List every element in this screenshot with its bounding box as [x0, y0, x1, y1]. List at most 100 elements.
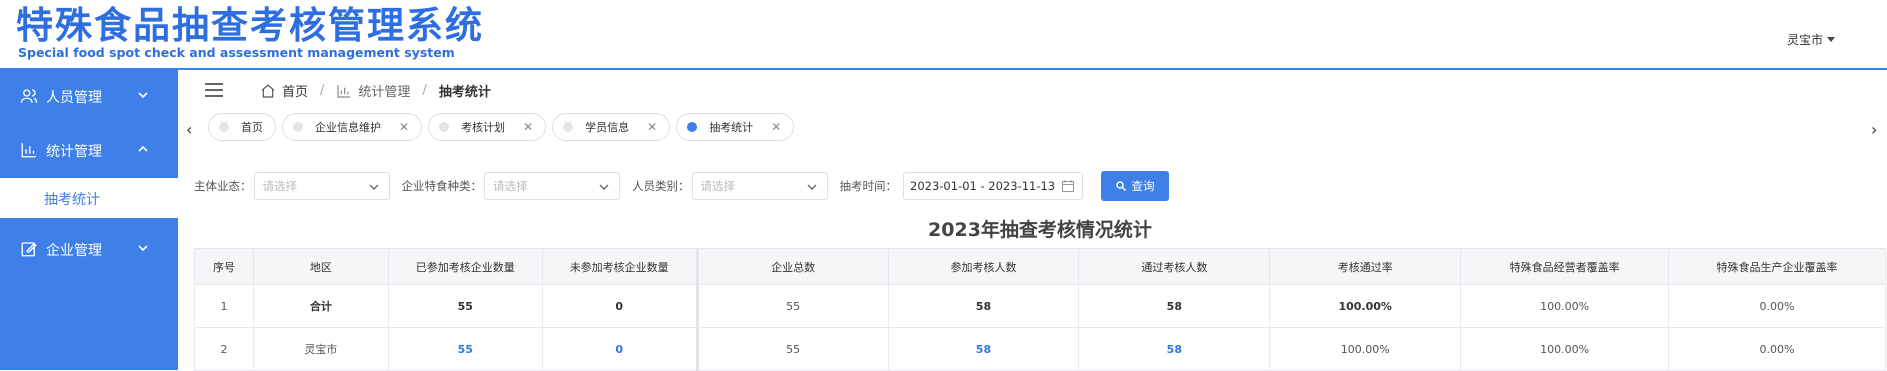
table-cell: 58: [1078, 284, 1271, 328]
sidebar-item-personnel[interactable]: 人员管理: [0, 70, 178, 120]
table-cell: 2: [194, 327, 254, 371]
chevron-down-icon: [807, 184, 816, 190]
breadcrumb-home[interactable]: 首页: [282, 81, 308, 100]
sidebar-subitem-spot-check-stats[interactable]: 抽考统计: [0, 178, 178, 218]
caret-down-icon: [1827, 37, 1836, 42]
app-title: 特殊食品抽查考核管理系统: [16, 4, 484, 47]
users-icon: [20, 89, 38, 103]
table-cell: 100.00%: [1269, 284, 1462, 328]
check-time-label: 抽考时间：: [839, 179, 898, 193]
table-title: 2023年抽查考核情况统计: [928, 219, 1152, 241]
breadcrumb-section[interactable]: 统计管理: [358, 81, 410, 100]
close-icon[interactable]: ✕: [647, 120, 657, 134]
tab-label: 抽考统计: [709, 121, 754, 134]
tab-label: 学员信息: [585, 121, 630, 134]
city-dropdown[interactable]: 灵宝市: [1787, 31, 1836, 48]
column-header: 序号: [194, 248, 254, 285]
column-header: 企业总数: [696, 248, 889, 285]
column-header: 已参加考核企业数量: [387, 248, 543, 285]
table-cell: 55: [696, 327, 889, 371]
column-header: 参加考核人数: [887, 248, 1080, 285]
search-icon: [1115, 181, 1126, 191]
select-placeholder: 请选择: [262, 179, 298, 193]
table-cell: 灵宝市: [252, 327, 389, 371]
column-header: 地区: [252, 248, 389, 285]
column-header: 特殊食品生产企业覆盖率: [1668, 248, 1886, 285]
calendar-icon: [1062, 180, 1074, 192]
select-placeholder: 请选择: [493, 179, 528, 193]
bar-chart-icon: [21, 143, 36, 158]
table-cell: 100.00%: [1460, 327, 1670, 371]
tab-dot-icon: [563, 122, 574, 132]
table-header-row: 序号 地区 已参加考核企业数量 未参加考核企业数量 企业总数 参加考核人数 通过…: [194, 248, 1886, 285]
table-cell: 0.00%: [1668, 284, 1886, 328]
tab-label: 考核计划: [461, 121, 506, 134]
tab-enterprise-info[interactable]: 企业信息维护 ✕: [282, 113, 423, 141]
close-icon[interactable]: ✕: [399, 120, 409, 134]
tab-label: 企业信息维护: [315, 121, 381, 134]
filter-bar: 主体业态： 请选择 企业特食种类： 请选择 人员类别： 请选择 抽考时间： 20…: [194, 171, 1169, 201]
table-cell: 100.00%: [1460, 284, 1670, 328]
tab-dot-icon: [219, 122, 229, 132]
table-cell: 58: [887, 284, 1080, 328]
close-icon[interactable]: ✕: [523, 120, 533, 134]
food-type-select[interactable]: 请选择: [484, 172, 620, 200]
tab-dot-icon: [439, 122, 450, 132]
app-header: 特殊食品抽查考核管理系统 Special food spot check and…: [0, 0, 1887, 70]
query-button[interactable]: 查询: [1101, 171, 1169, 201]
column-header: 未参加考核企业数量: [541, 248, 699, 285]
business-type-select[interactable]: 请选择: [253, 172, 390, 200]
tab-bar: 首页 企业信息维护 ✕ 考核计划 ✕ 学员信息 ✕ 抽考统计 ✕: [208, 113, 800, 141]
table-cell-link[interactable]: 58: [1078, 327, 1271, 371]
table-cell: 55: [387, 284, 543, 328]
table-cell: 0: [541, 284, 699, 328]
breadcrumb: 首页 / 统计管理 / 抽考统计: [260, 81, 491, 100]
breadcrumb-current: 抽考统计: [438, 85, 491, 100]
sidebar-subitem-label: 抽考统计: [44, 192, 100, 208]
sidebar-item-label: 人员管理: [46, 90, 102, 106]
table-cell: 100.00%: [1269, 327, 1462, 371]
column-header: 考核通过率: [1269, 248, 1462, 285]
breadcrumb-separator: /: [320, 83, 325, 98]
tab-spot-check-stats[interactable]: 抽考统计 ✕: [676, 113, 795, 141]
tab-dot-icon: [293, 122, 303, 132]
tab-dot-icon: [687, 122, 698, 132]
table-cell-link[interactable]: 55: [387, 327, 543, 371]
app-subtitle: Special food spot check and assessment m…: [18, 45, 455, 60]
chevron-down-icon: [138, 92, 148, 99]
tab-home[interactable]: 首页: [208, 113, 276, 141]
edit-icon: [21, 242, 37, 257]
column-header: 通过考核人数: [1078, 248, 1271, 285]
select-placeholder: 请选择: [700, 179, 736, 193]
city-label: 灵宝市: [1787, 33, 1824, 47]
chevron-down-icon: [599, 184, 609, 190]
table-row: 1 合计 55 0 55 58 58 100.00% 100.00% 0.00%: [194, 284, 1886, 328]
date-range-value: 2023-01-01 - 2023-11-13: [910, 179, 1056, 193]
table-cell: 0.00%: [1668, 327, 1886, 371]
person-type-select[interactable]: 请选择: [691, 172, 828, 200]
chevron-up-icon: [138, 145, 148, 152]
sidebar-item-statistics[interactable]: 统计管理: [0, 124, 178, 174]
table-cell-link[interactable]: 0: [541, 327, 699, 371]
table-cell: 1: [194, 284, 254, 328]
statistics-table: 序号 地区 已参加考核企业数量 未参加考核企业数量 企业总数 参加考核人数 通过…: [194, 248, 1886, 371]
table-cell-link[interactable]: 58: [887, 327, 1080, 371]
tab-exam-plan[interactable]: 考核计划 ✕: [428, 113, 547, 141]
menu-toggle-icon[interactable]: [205, 83, 223, 97]
food-type-label: 企业特食种类：: [401, 179, 483, 193]
chevron-down-icon: [138, 245, 148, 252]
sidebar-item-label: 企业管理: [46, 243, 102, 259]
query-button-label: 查询: [1131, 179, 1155, 193]
tab-student-info[interactable]: 学员信息 ✕: [552, 113, 671, 141]
sidebar-item-label: 统计管理: [46, 144, 102, 160]
tabs-scroll-right-icon[interactable]: ›: [1871, 120, 1877, 139]
business-type-label: 主体业态：: [194, 179, 252, 193]
tabs-scroll-left-icon[interactable]: ‹: [186, 120, 192, 139]
table-row: 2 灵宝市 55 0 55 58 58 100.00% 100.00% 0.00…: [194, 327, 1886, 371]
bar-chart-icon: [337, 84, 351, 98]
column-header: 特殊食品经营者覆盖率: [1460, 248, 1670, 285]
close-icon[interactable]: ✕: [771, 120, 781, 134]
table-cell: 55: [696, 284, 889, 328]
chevron-down-icon: [369, 184, 378, 190]
date-range-picker[interactable]: 2023-01-01 - 2023-11-13: [903, 172, 1083, 200]
